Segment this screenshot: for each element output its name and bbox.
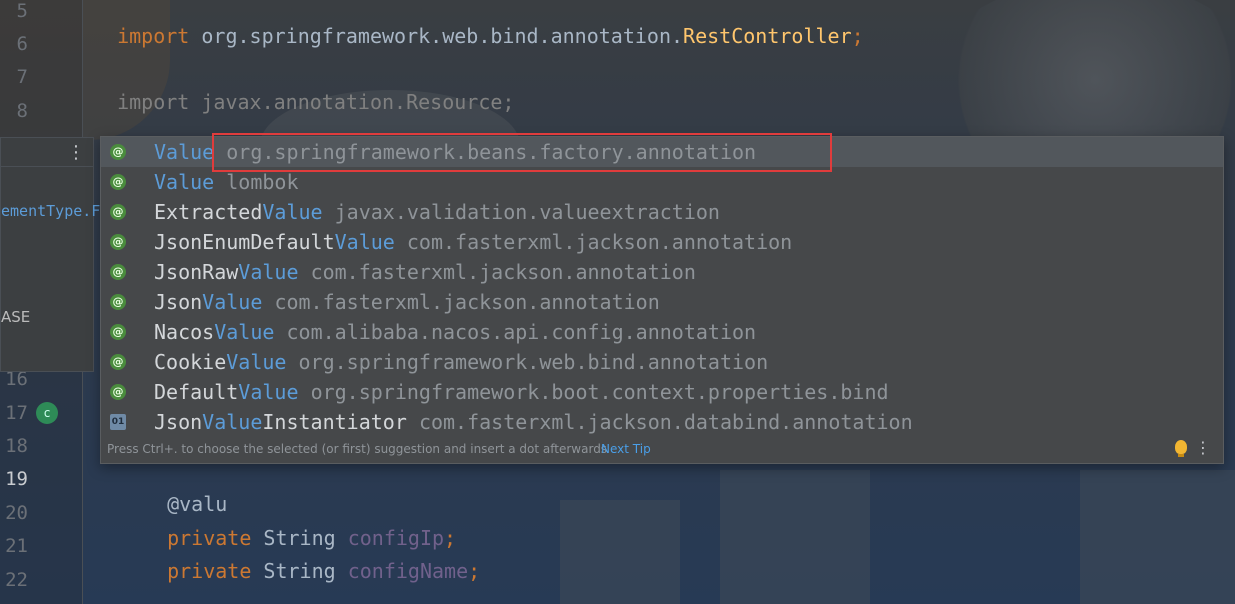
annotation-icon: @: [110, 324, 126, 340]
completion-item[interactable]: @ Value lombok: [101, 167, 1223, 197]
structure-panel: ⋮ ementType.F ASE: [0, 137, 100, 372]
completion-item[interactable]: @ DefaultValue org.springframework.boot.…: [101, 377, 1223, 407]
completion-item[interactable]: 01 JsonValueInstantiator com.fasterxml.j…: [101, 407, 1223, 437]
structure-item[interactable]: ASE: [1, 308, 30, 326]
annotation-icon: @: [110, 354, 126, 370]
annotation-icon: @: [110, 144, 126, 160]
line-number: 5: [16, 0, 28, 22]
completion-item[interactable]: @ Value org.springframework.beans.factor…: [101, 137, 1223, 167]
annotation-icon: @: [110, 264, 126, 280]
annotation-icon: @: [110, 174, 126, 190]
line-number: 8: [16, 100, 28, 122]
completion-popup: @ Value org.springframework.beans.factor…: [100, 136, 1224, 464]
line-number: 21: [5, 535, 28, 557]
line-number: 18: [5, 435, 28, 457]
spring-bean-gutter-icon[interactable]: c: [36, 402, 58, 424]
annotation-icon: @: [110, 384, 126, 400]
annotation-icon: @: [110, 234, 126, 250]
annotation-icon: @: [110, 294, 126, 310]
next-tip-link[interactable]: Next Tip: [601, 442, 651, 456]
lightbulb-icon[interactable]: [1175, 440, 1187, 457]
more-vertical-icon[interactable]: ⋮: [1195, 438, 1211, 457]
completion-footer: Press Ctrl+. to choose the selected (or …: [101, 435, 1223, 463]
structure-item[interactable]: ementType.F: [1, 202, 100, 220]
completion-item[interactable]: @ JsonValue com.fasterxml.jackson.annota…: [101, 287, 1223, 317]
code-line-7[interactable]: import javax.annotation.Resource;: [93, 66, 514, 114]
line-number: 17: [5, 402, 28, 424]
line-number: 22: [5, 569, 28, 591]
line-number: 6: [16, 33, 28, 55]
completion-item[interactable]: @ NacosValue com.alibaba.nacos.api.confi…: [101, 317, 1223, 347]
completion-item[interactable]: @ JsonEnumDefaultValue com.fasterxml.jac…: [101, 227, 1223, 257]
structure-panel-header: ⋮: [1, 138, 93, 167]
line-number-current: 19: [5, 468, 28, 490]
code-line-21[interactable]: private String configName;: [143, 535, 480, 583]
annotation-icon: @: [110, 204, 126, 220]
line-number: 7: [16, 66, 28, 88]
completion-item[interactable]: @ JsonRawValue com.fasterxml.jackson.ann…: [101, 257, 1223, 287]
completion-tip-text: Press Ctrl+. to choose the selected (or …: [107, 442, 608, 456]
code-line-5[interactable]: import org.springframework.web.bind.anno…: [93, 0, 864, 48]
class-file-icon: 01: [110, 414, 126, 430]
completion-item[interactable]: @ CookieValue org.springframework.web.bi…: [101, 347, 1223, 377]
more-vertical-icon[interactable]: ⋮: [67, 142, 85, 163]
line-number: 20: [5, 502, 28, 524]
completion-item[interactable]: @ ExtractedValue javax.validation.valuee…: [101, 197, 1223, 227]
